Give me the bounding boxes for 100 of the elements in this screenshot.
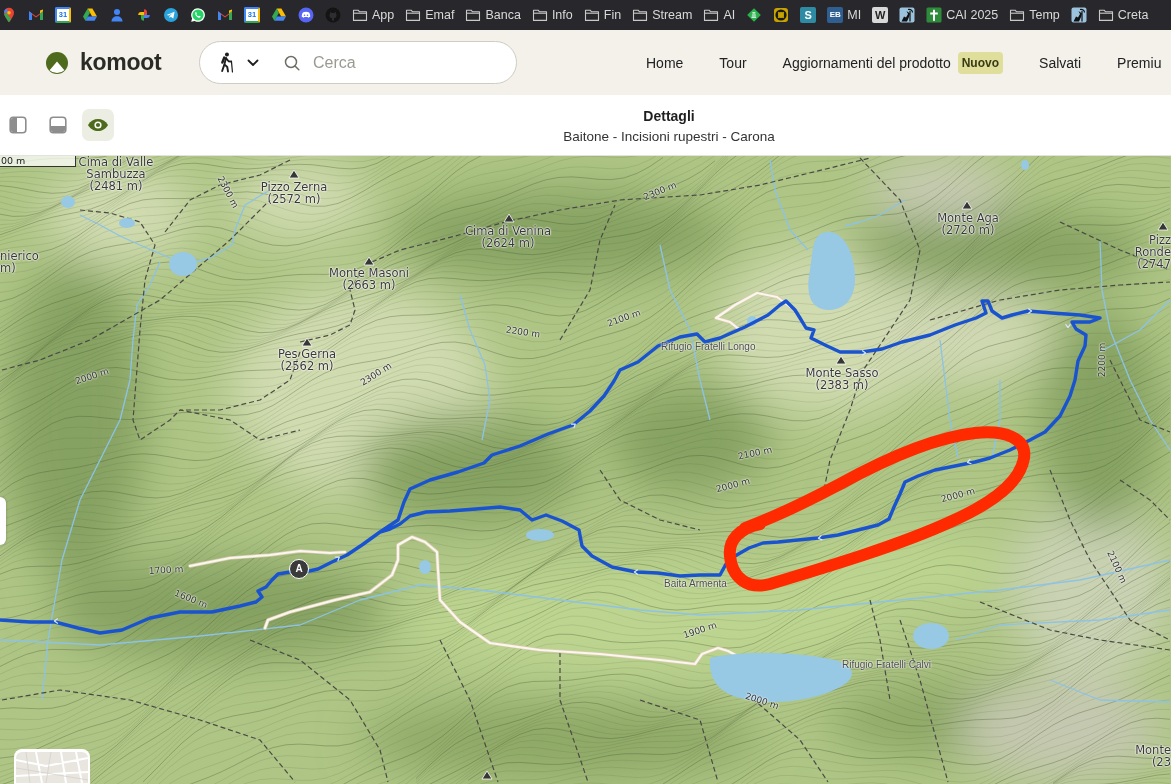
phone-bubble-icon[interactable]: [190, 7, 206, 23]
mail-icon[interactable]: [217, 7, 233, 23]
peak-elevation: (2572 m): [267, 193, 321, 205]
bottom-panel-icon: [49, 116, 67, 134]
lake: [526, 529, 554, 541]
contour-elevation-label: 2000 m: [715, 475, 751, 495]
bookmark-link[interactable]: Stream: [632, 7, 693, 23]
peak-icon: [503, 213, 515, 223]
contour-elevation-label: 2100 m: [1105, 549, 1129, 585]
peak-name: Monte Masoni: [329, 267, 409, 279]
gamepad-icon[interactable]: [298, 7, 314, 23]
nav-link[interactable]: Aggiornamenti del prodotto: [782, 54, 951, 71]
peak-name: Monte: [1135, 744, 1171, 756]
new-badge: Nuovo: [957, 51, 1004, 74]
peak-icon: [481, 770, 493, 780]
peak-elevation: (2624 m): [481, 237, 535, 249]
place-name: Rifugio Fratelli Longo: [661, 341, 756, 353]
contour-elevation-label: 1600 m: [173, 587, 209, 611]
nav-link[interactable]: Salvati: [1039, 54, 1082, 71]
bookmark-link[interactable]: Info: [531, 7, 573, 23]
sidebar-icon: [9, 116, 27, 134]
search-input[interactable]: Cerca: [313, 53, 493, 72]
peak-icon: [363, 256, 375, 266]
peak-name: Cima di Valle Sambuzza: [77, 156, 155, 180]
folder-icon: [352, 7, 368, 23]
map-view-button[interactable]: [82, 109, 114, 141]
peak-name: Monte Aga: [937, 212, 999, 224]
search-bar[interactable]: Cerca: [199, 41, 517, 84]
bookmark-link[interactable]: App: [352, 7, 395, 23]
folder-icon: [1009, 7, 1026, 23]
letter-logo[interactable]: W: [872, 7, 889, 23]
peak-elevation: (2562 m): [280, 360, 334, 372]
peak-name: Cima di Venina: [464, 225, 552, 237]
lake: [119, 218, 135, 228]
triangle-icon[interactable]: [271, 7, 287, 23]
folder-icon: [632, 7, 649, 23]
peak-elevation: (23: [1151, 756, 1171, 768]
bookmark-link[interactable]: Temp: [1009, 7, 1060, 23]
scale-bar: 00 m: [0, 156, 76, 167]
lake: [747, 316, 757, 326]
person-icon[interactable]: [109, 7, 125, 23]
peak-elevation: (2481 m): [89, 180, 143, 192]
lifebuoy-icon[interactable]: [773, 7, 790, 23]
peak-name: Pes Gerna: [277, 348, 337, 360]
leaf-icon[interactable]: [746, 7, 763, 23]
peak-elevation: (2663 m): [342, 279, 396, 291]
folder-icon: [703, 7, 720, 23]
eye-icon: [87, 118, 109, 132]
lake: [61, 196, 75, 208]
panel-handle[interactable]: [0, 497, 6, 545]
bookmark-link[interactable]: EB MI: [827, 7, 862, 23]
folder-icon: [531, 7, 548, 23]
bookmark-link[interactable]: Banca: [465, 7, 521, 23]
contour-elevation-label: 1700 m: [148, 564, 184, 576]
pinwheel-icon[interactable]: [136, 7, 152, 23]
lake: [169, 252, 197, 276]
chevron-down-icon: [247, 58, 259, 67]
contour-elevation-label: 1900 m: [682, 619, 718, 641]
peak-icon: [301, 337, 313, 347]
reader-icon[interactable]: [899, 7, 916, 23]
nav-link[interactable]: Tour: [719, 54, 747, 71]
search-icon: [284, 54, 300, 71]
home-logo-link[interactable]: komoot: [46, 49, 165, 76]
place-name: Baita Armenta: [664, 578, 727, 590]
contour-elevation-label: 2200 m: [1097, 342, 1107, 378]
mail-icon[interactable]: [28, 7, 44, 23]
folder-icon: [405, 7, 422, 23]
folder-icon: [1097, 7, 1114, 23]
bookmark-link[interactable]: Fin: [583, 7, 622, 23]
bookmark-link[interactable]: Emaf: [405, 7, 455, 23]
contour-elevation-label: 2000 m: [940, 485, 976, 505]
contour-elevation-label: 2000 m: [74, 365, 110, 387]
peak-name: Monte Sasso: [805, 367, 879, 379]
paper-plane-icon[interactable]: [163, 7, 179, 23]
peak-elevation: (2720 m): [941, 224, 995, 236]
reader-icon[interactable]: [1070, 7, 1087, 23]
bookmark-link[interactable]: CAI 2025: [926, 7, 999, 23]
letter-logo[interactable]: S: [800, 7, 817, 23]
peak-icon: [1157, 221, 1169, 231]
nav-link[interactable]: Premiu: [1117, 54, 1162, 71]
panel-title: Dettagli: [643, 107, 695, 125]
peak-elevation: m): [0, 262, 16, 274]
contour-elevation-label: 2100 m: [606, 307, 642, 329]
peak-icon: [835, 355, 847, 365]
bookmark-link[interactable]: AI: [703, 7, 736, 23]
sport-dropdown[interactable]: [218, 52, 259, 73]
street-map-icon: [16, 752, 88, 783]
tour-name: Baitone - Incisioni rupestri - Carona: [563, 128, 775, 146]
map-pin-icon[interactable]: [1, 7, 17, 23]
contour-elevation-label: 2000 m: [744, 690, 780, 712]
contour-elevation-label: 2300 m: [642, 179, 678, 203]
nav-link[interactable]: Home: [646, 54, 684, 71]
triangle-icon[interactable]: [82, 7, 98, 23]
cross-icon: [926, 7, 943, 23]
contour-elevation-label: 2200 m: [505, 324, 541, 340]
place-name: Rifugio Fratelli Calvi: [842, 659, 931, 671]
peak-name: nierico: [0, 250, 39, 262]
bookmark-link[interactable]: Creta: [1097, 7, 1149, 23]
lake: [1021, 160, 1029, 170]
lake: [419, 560, 431, 574]
